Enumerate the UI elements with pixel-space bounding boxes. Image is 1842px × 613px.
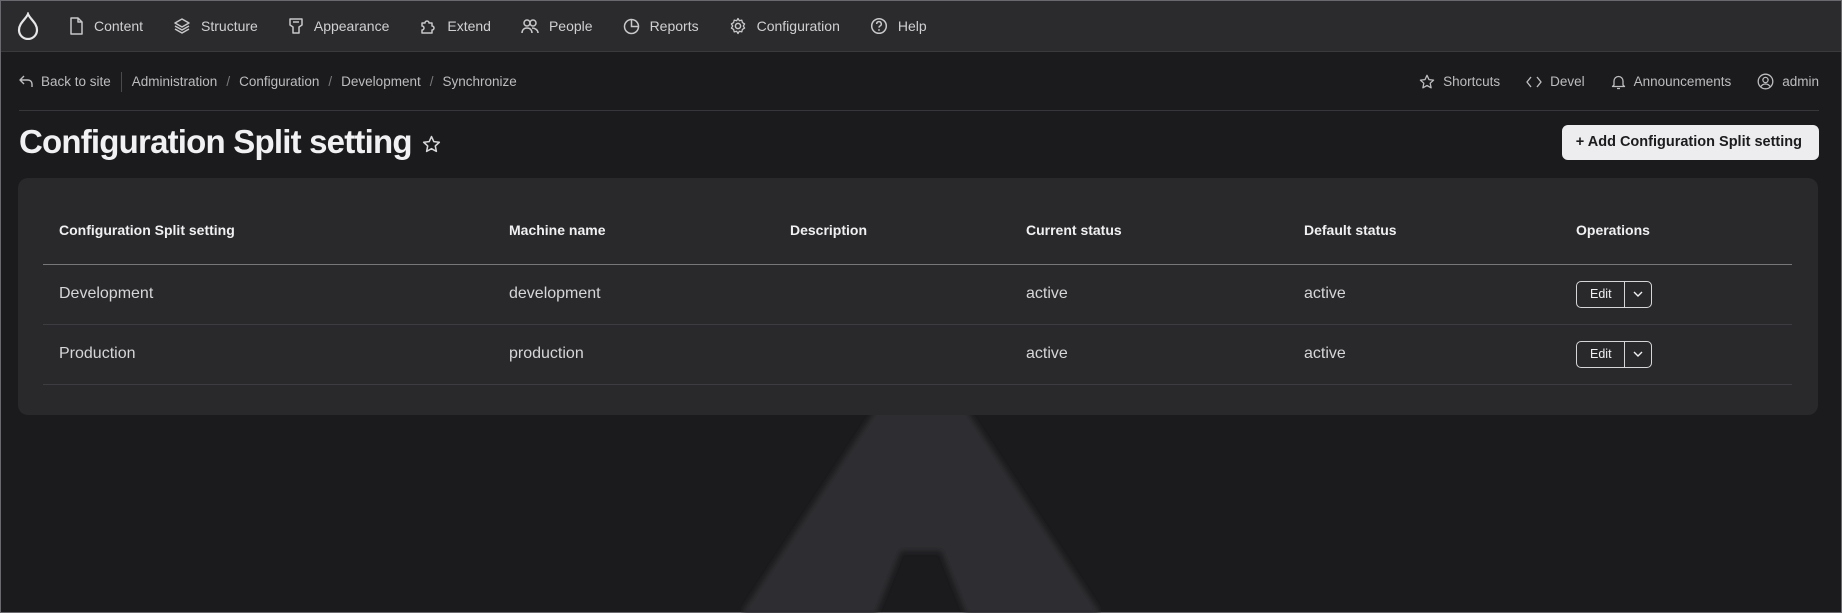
breadcrumb-separator: / [226,74,231,89]
chevron-down-icon [1633,351,1643,357]
operations-dropbutton: Edit [1576,280,1652,308]
column-header-operations: Operations [1560,197,1792,265]
file-icon [70,17,83,35]
column-header-description: Description [774,197,1010,265]
toolbar-item-extend[interactable]: Extend [405,1,507,52]
toolbar-label-content: Content [94,18,144,34]
user-icon [1757,73,1774,90]
toolbar-label-people: People [548,18,593,34]
breadcrumb-synchronize[interactable]: Synchronize [442,74,516,89]
content-card: Configuration Split setting Machine name… [18,178,1818,415]
breadcrumb-separator: / [328,74,333,89]
operations-toggle-button[interactable] [1625,282,1651,307]
toolbar-item-content[interactable]: Content [54,1,159,52]
secondary-right-menu: Shortcuts Devel Announcements admin [1393,73,1819,90]
table-row: Production production active active Edit [43,324,1792,385]
question-icon [870,17,887,35]
devel-link[interactable]: Devel [1526,74,1585,89]
breadcrumb-separator: / [429,74,434,89]
table-row: Development development active active Ed… [43,264,1792,325]
bell-icon [1611,75,1625,89]
cell-default-status: active [1288,264,1560,325]
cell-machine-name: production [493,324,774,385]
breadcrumb-administration[interactable]: Administration [132,74,218,89]
operations-toggle-button[interactable] [1625,342,1651,367]
toolbar-label-configuration: Configuration [756,18,840,34]
shortcuts-link[interactable]: Shortcuts [1419,74,1500,90]
pie-chart-icon [623,18,639,34]
back-arrow-icon [19,75,33,87]
edit-button[interactable]: Edit [1577,341,1625,367]
column-header-setting[interactable]: Configuration Split setting [43,197,493,265]
devel-label: Devel [1550,74,1585,89]
breadcrumb-development[interactable]: Development [341,74,421,89]
cell-default-status: active [1288,324,1560,385]
column-header-current-status: Current status [1010,197,1288,265]
announcements-label: Announcements [1633,74,1732,89]
toolbar-label-appearance: Appearance [313,18,390,34]
cell-operations: Edit [1560,264,1792,325]
admin-toolbar: Content Structure Appearance Extend Peop… [1,1,1841,52]
gear-icon [730,17,745,35]
star-icon [1419,74,1435,88]
puzzle-icon [421,20,436,34]
secondary-toolbar: Back to site Administration / Configurat… [19,53,1819,111]
cell-name: Production [43,324,493,385]
toolbar-item-configuration[interactable]: Configuration [715,1,856,52]
paintbrush-icon [289,18,303,34]
toolbar-item-people[interactable]: People [507,1,609,52]
toolbar-label-reports: Reports [649,18,699,34]
drupal-drop-icon [17,12,38,40]
column-header-machine-name: Machine name [493,197,774,265]
star-icon [422,135,440,152]
cell-machine-name: development [493,264,774,325]
cell-name: Development [43,264,493,325]
add-config-split-button[interactable]: + Add Configuration Split setting [1561,124,1819,160]
shortcuts-label: Shortcuts [1443,74,1501,89]
favorite-star-button[interactable] [422,135,441,154]
cell-operations: Edit [1560,324,1792,385]
breadcrumb: Administration / Configuration / Develop… [122,74,517,89]
code-icon [1526,76,1542,87]
user-menu[interactable]: admin [1757,73,1819,90]
announcements-link[interactable]: Announcements [1611,74,1732,90]
config-split-table: Configuration Split setting Machine name… [43,197,1792,385]
people-icon [521,19,539,34]
toolbar-item-help[interactable]: Help [856,1,943,52]
cell-current-status: active [1010,264,1288,325]
breadcrumb-configuration[interactable]: Configuration [239,74,319,89]
table-header-row: Configuration Split setting Machine name… [43,197,1792,265]
toolbar-item-appearance[interactable]: Appearance [274,1,406,52]
cell-description [774,264,1010,325]
home-logo[interactable] [1,1,54,52]
toolbar-label-help: Help [897,18,927,34]
user-label: admin [1782,74,1819,89]
layers-icon [174,18,190,34]
page-title: Configuration Split setting [19,123,413,160]
cell-current-status: active [1010,324,1288,385]
chevron-down-icon [1633,291,1643,297]
toolbar-label-extend: Extend [447,18,491,34]
edit-button[interactable]: Edit [1577,281,1625,307]
toolbar-label-structure: Structure [201,18,258,34]
operations-dropbutton: Edit [1576,340,1652,368]
back-to-site-label: Back to site [41,74,111,89]
page-header: Configuration Split setting + Add Config… [19,119,1819,165]
cell-description [774,324,1010,385]
toolbar-item-structure[interactable]: Structure [159,1,274,52]
column-header-default-status: Default status [1288,197,1560,265]
toolbar-item-reports[interactable]: Reports [609,1,715,52]
back-to-site-link[interactable]: Back to site [19,71,122,92]
